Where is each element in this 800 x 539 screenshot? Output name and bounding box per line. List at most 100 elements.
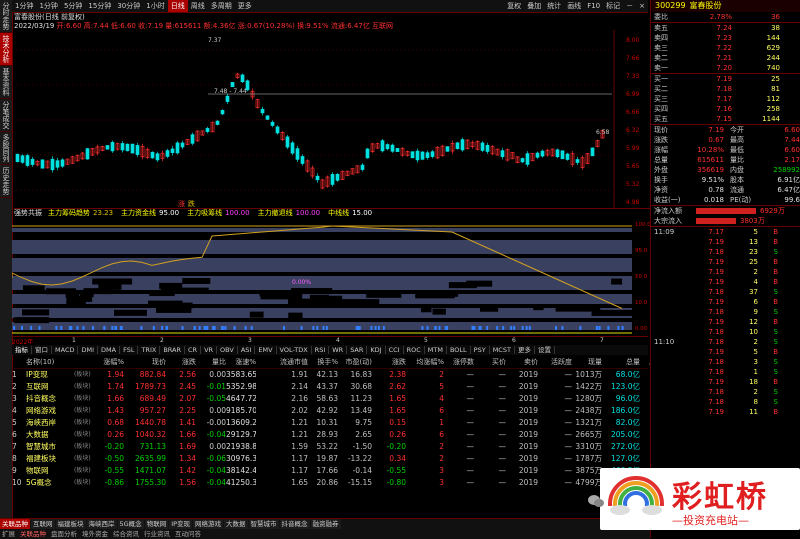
candle-body — [240, 74, 245, 83]
table-row[interactable]: 7 智慧城市 (板块) -0.20 731.13 1.69 0.0021938.81亿 1.5… — [12, 441, 648, 453]
indicator-tab[interactable]: DMI — [78, 346, 99, 354]
indicator-tab[interactable]: 窗口 — [32, 346, 52, 354]
column-header[interactable]: 流通市值 — [256, 356, 308, 368]
table-cell: — — [466, 442, 475, 451]
sector-tab[interactable]: IP变现 — [169, 519, 193, 529]
indicator-tab[interactable]: 更多 — [514, 346, 535, 354]
candle-body — [135, 145, 140, 155]
indicator-tab[interactable]: VR — [201, 346, 218, 354]
toolbar-btn-0[interactable]: 复权 — [504, 0, 524, 12]
table-row[interactable]: 1 IP变现 (板块) 1.94 882.84 2.56 0.003583.65亿 1.91 4… — [12, 369, 648, 381]
column-header[interactable]: 涨跌 — [372, 356, 406, 368]
toolbar-btn-3[interactable]: 画线 — [564, 0, 584, 12]
sector-tab[interactable]: 福建板块 — [55, 519, 86, 529]
column-header[interactable]: 换手% — [308, 356, 338, 368]
column-header[interactable]: 涨停数 — [444, 356, 474, 368]
column-header[interactable]: 涨跌 — [166, 356, 196, 368]
sector-tab[interactable]: 关联品种 — [0, 519, 30, 529]
indicator-tab[interactable]: ROC — [403, 346, 425, 354]
column-header[interactable]: 均涨幅% — [406, 356, 444, 368]
toolbar-btn-1[interactable]: 叠加 — [524, 0, 544, 12]
column-header[interactable]: 涨幅% — [92, 356, 124, 368]
column-header[interactable] — [74, 356, 92, 368]
toolbar-btn-5[interactable]: 标记 — [603, 0, 623, 12]
column-header[interactable]: 量比 — [196, 356, 226, 368]
indicator-tab[interactable]: TRIX — [138, 346, 161, 354]
indicator-tab[interactable]: ASI — [237, 346, 256, 354]
indicator-tab[interactable]: RSI — [311, 346, 330, 354]
column-header[interactable]: 买价 — [474, 356, 506, 368]
column-header[interactable] — [12, 356, 26, 368]
column-header[interactable]: 活跃度 — [538, 356, 572, 368]
indicator-tab[interactable]: 设置 — [534, 346, 555, 354]
table-cell: 0.00 — [209, 406, 226, 415]
side-tab-4[interactable]: 多股同列 — [0, 132, 12, 165]
period-tab-0[interactable]: 1分钟 — [12, 0, 36, 12]
indicator-tab[interactable]: VOL-TDX — [276, 346, 312, 354]
column-header[interactable]: 涨速% — [226, 356, 256, 368]
indicator-tab[interactable]: EMV — [255, 346, 277, 354]
column-header[interactable]: 现价 — [124, 356, 166, 368]
indicator-tab[interactable]: CCI — [385, 346, 404, 354]
indicator-tab[interactable]: SAR — [347, 346, 368, 354]
column-header[interactable]: 总量 — [602, 356, 640, 368]
side-tab-3[interactable]: 分笔成交 — [0, 99, 12, 132]
side-tab-5[interactable]: 历史走势 — [0, 165, 12, 198]
toolbar-extra-1[interactable]: 多周期 — [208, 0, 235, 12]
toolbar-extra-2[interactable]: 更多 — [235, 0, 255, 12]
period-tab-6[interactable]: 日线 — [167, 0, 188, 12]
sector-tab[interactable]: 物联网 — [144, 519, 169, 529]
table-row[interactable]: 10 5G概念 (板块) -0.86 1755.30 1.56 -0.0441250.32亿… — [12, 477, 648, 489]
period-tab-1[interactable]: 1分钟 — [36, 0, 60, 12]
period-tab-3[interactable]: 15分钟 — [85, 0, 114, 12]
sector-tab[interactable]: 抖音概念 — [279, 519, 310, 529]
table-row[interactable]: 2 互联网 (板块) 1.74 1789.73 2.45 -0.015352.98亿 2.14… — [12, 381, 648, 393]
indicator-tab[interactable]: MTM — [424, 346, 447, 354]
period-tab-4[interactable]: 30分钟 — [114, 0, 143, 12]
toolbar-btn-4[interactable]: F10 — [584, 0, 603, 12]
table-row[interactable]: 6 大数据 (板块) 0.26 1040.32 1.66 -0.0429129.74亿 1.2… — [12, 429, 648, 441]
side-tab-0[interactable]: 分时走势 — [0, 0, 12, 33]
column-header[interactable]: 名称(10) — [26, 356, 74, 368]
indicator-tab[interactable]: PSY — [470, 346, 490, 354]
indicator-tab[interactable]: BRAR — [160, 346, 185, 354]
column-header[interactable]: 市盈(动) — [338, 356, 372, 368]
toolbar-btn-7[interactable]: × — [636, 0, 648, 12]
indicator-chart[interactable]: 0.00% 100.0 95.0 50.0 10.0 0.00 — [12, 218, 650, 336]
sector-tab[interactable]: 智慧城市 — [248, 519, 279, 529]
period-tab-5[interactable]: 1小时 — [143, 0, 167, 12]
indicator-tab[interactable]: OBV — [217, 346, 238, 354]
toolbar-btn-2[interactable]: 统计 — [544, 0, 564, 12]
column-header[interactable]: 现量 — [572, 356, 602, 368]
candlestick-chart[interactable]: 8.00 7.66 7.33 6.99 6.66 6.32 5.99 5.65 5.32 4.98… — [12, 30, 650, 208]
period-tab-2[interactable]: 5分钟 — [61, 0, 85, 12]
side-tab-1[interactable]: 技术分析 — [0, 33, 12, 66]
indicator-tab[interactable]: CR — [185, 346, 202, 354]
toolbar-extra-0[interactable]: 周线 — [188, 0, 208, 12]
table-row[interactable]: 8 福建板块 (板块) -0.50 2635.99 1.34 -0.0630976.37亿 1… — [12, 453, 648, 465]
indicator-tab[interactable]: WR — [329, 346, 348, 354]
table-row[interactable]: 3 抖音概念 (板块) 1.66 689.49 2.07 -0.054647.72亿 2.16… — [12, 393, 648, 405]
indicator-item-value: 23.23 — [93, 209, 114, 217]
sector-tab[interactable]: 5G概念 — [117, 519, 144, 529]
indicator-name[interactable]: 强势共振 — [14, 209, 42, 217]
tick-row: 7.18 1 S — [651, 367, 800, 377]
sector-tab[interactable]: 融资融券 — [310, 519, 341, 529]
indicator-tab[interactable]: MCST — [489, 346, 515, 354]
side-tab-2[interactable]: 基本资料 — [0, 66, 12, 99]
indicator-tab[interactable]: 指标 — [12, 346, 32, 354]
indicator-tab[interactable]: MACD — [52, 346, 79, 354]
table-row[interactable]: 9 物联网 (板块) -0.55 1471.07 1.42 -0.0438142.44亿 1.… — [12, 465, 648, 477]
sector-tab[interactable]: 互联网 — [31, 519, 55, 529]
table-row[interactable]: 5 海峡西岸 (板块) 0.68 1440.78 1.41 -0.0013609.25亿 1.… — [12, 417, 648, 429]
indicator-tab[interactable]: DMA — [98, 346, 121, 354]
indicator-tab[interactable]: BOLL — [446, 346, 471, 354]
sector-tab[interactable]: 海峡西岸 — [86, 519, 117, 529]
toolbar-btn-6[interactable]: － — [623, 0, 636, 12]
sector-tab[interactable]: 大数据 — [224, 519, 248, 529]
sector-tab[interactable]: 网络游戏 — [193, 519, 224, 529]
table-row[interactable]: 4 网络游戏 (板块) 1.43 957.27 2.25 0.009185.70亿 2.02 4… — [12, 405, 648, 417]
indicator-tab[interactable]: KDJ — [367, 346, 386, 354]
column-header[interactable]: 卖价 — [506, 356, 538, 368]
indicator-tab[interactable]: FSL — [120, 346, 139, 354]
